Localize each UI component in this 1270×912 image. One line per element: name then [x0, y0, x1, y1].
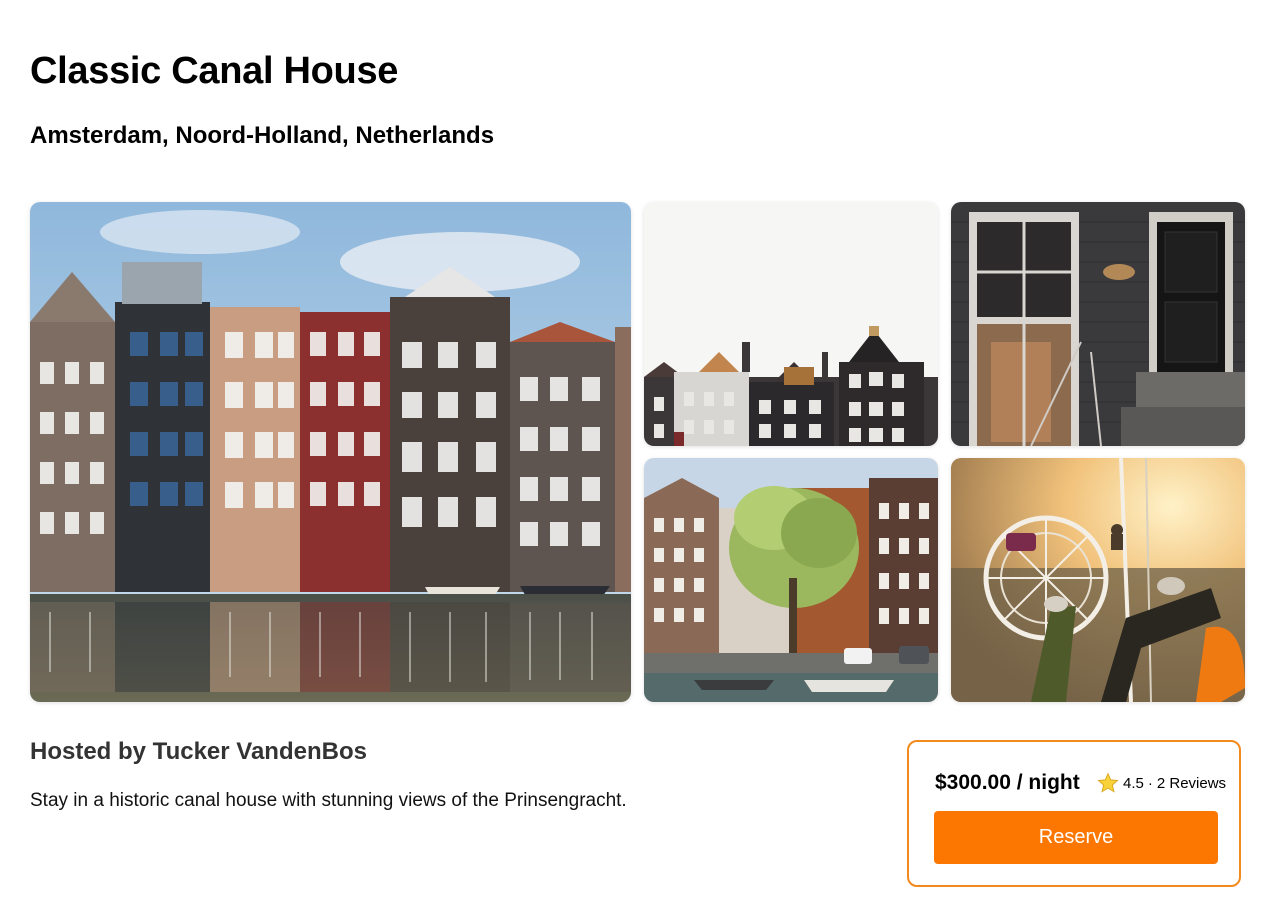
canal-street-photo [644, 458, 938, 702]
listing-description: Stay in a historic canal house with stun… [30, 790, 627, 811]
photo-swing-ride[interactable] [951, 458, 1245, 702]
rating-summary: 4.5 · 2 Reviews [1097, 772, 1226, 794]
star-icon [1097, 772, 1119, 794]
doorway-photo [951, 202, 1245, 446]
host-name: Hosted by Tucker VandenBos [30, 738, 367, 765]
photo-rooftops[interactable] [644, 202, 938, 446]
photo-canal-street[interactable] [644, 458, 938, 702]
rating-value: 4.5 [1123, 774, 1144, 792]
photo-main[interactable] [30, 202, 631, 702]
listing-page: Classic Canal House Amsterdam, Noord-Hol… [0, 0, 1270, 912]
rating-separator: · [1147, 774, 1153, 792]
reserve-button[interactable]: Reserve [934, 811, 1218, 864]
photo-doorway[interactable] [951, 202, 1245, 446]
listing-location: Amsterdam, Noord-Holland, Netherlands [30, 122, 495, 149]
review-count[interactable]: 2 Reviews [1157, 775, 1226, 792]
listing-title: Classic Canal House [30, 50, 399, 92]
booking-card: $300.00 / night 4.5 · 2 Reviews Reserve [907, 740, 1241, 887]
rooftops-photo [644, 202, 938, 446]
canal-houses-photo [30, 202, 631, 702]
price-per-night: $300.00 / night [935, 771, 1080, 794]
swing-ride-photo [951, 458, 1245, 702]
